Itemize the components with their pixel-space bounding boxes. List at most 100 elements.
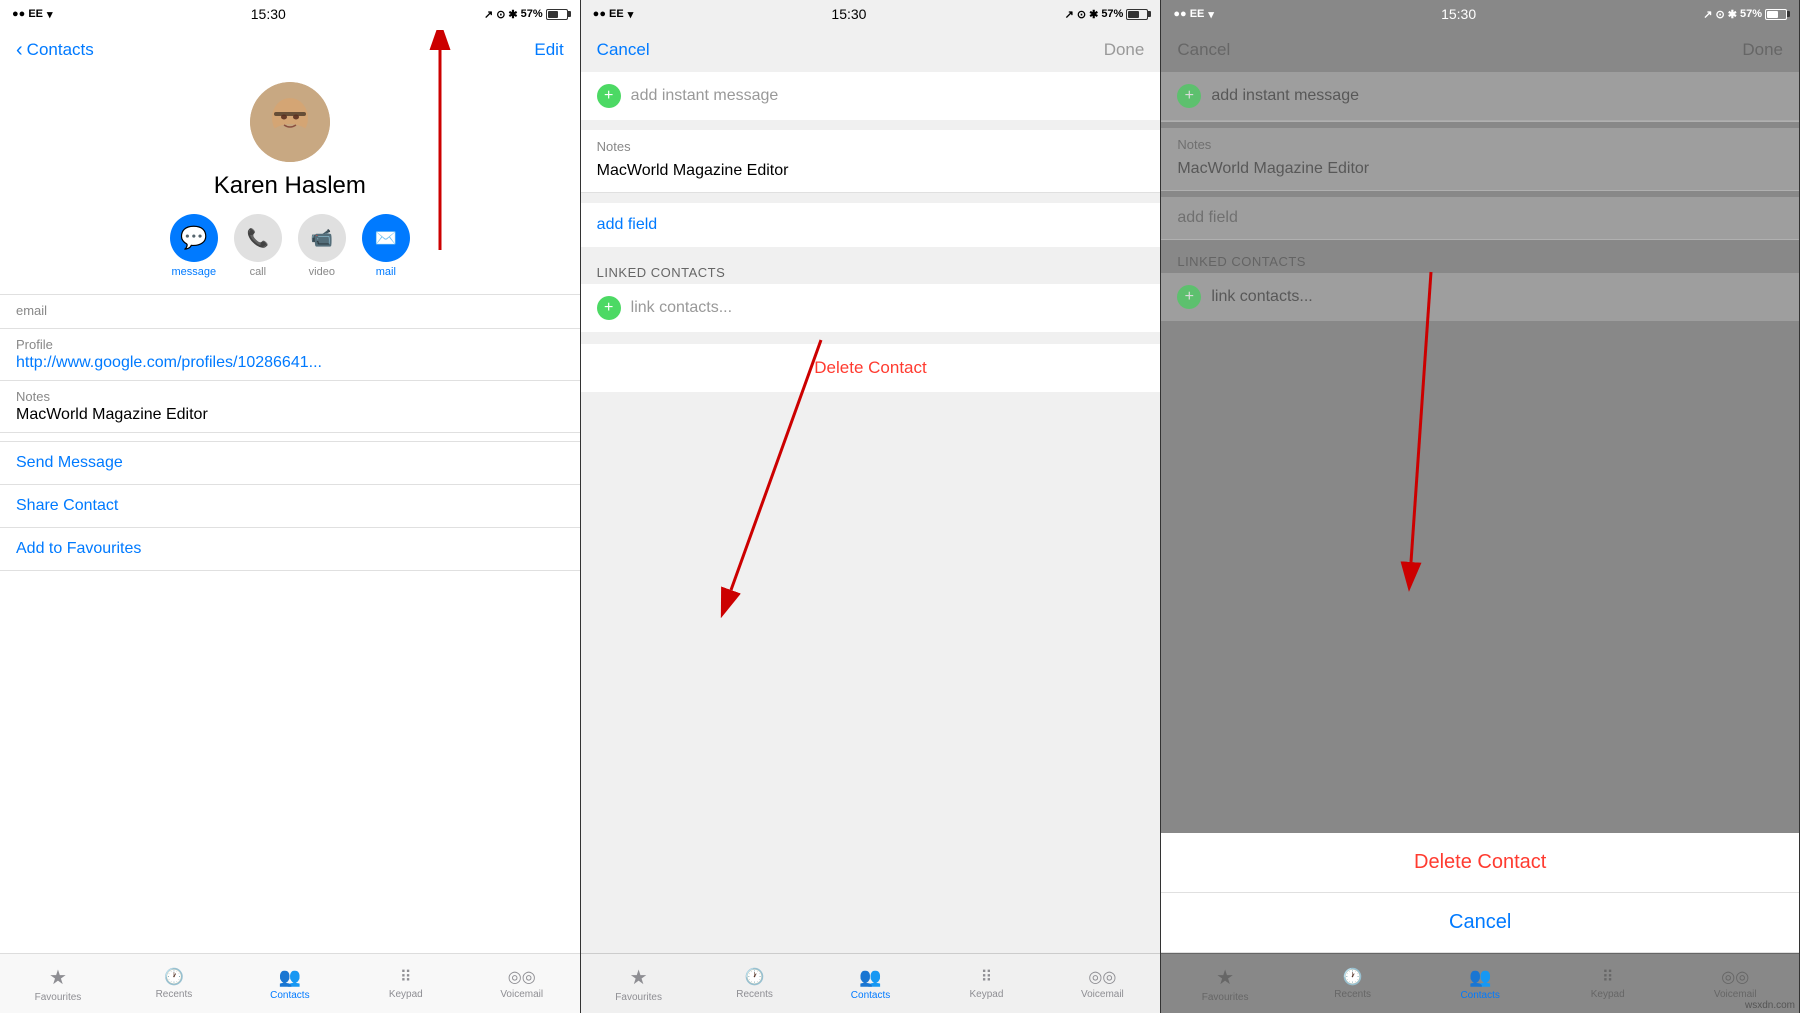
contact-name: Karen Haslem [214,172,366,200]
contacts-icon-3: 👥 [1469,967,1491,988]
tab-voicemail-1[interactable]: ◎◎ Voicemail [464,967,580,1000]
tab-contacts-2[interactable]: 👥 Contacts [813,967,929,1001]
tab-favourites-1[interactable]: ★ Favourites [0,965,116,1003]
add-field-text-3: add field [1177,209,1238,226]
notes-label-row-2: Notes [581,130,1161,158]
battery-pct-3: 57% [1740,8,1762,20]
add-field-row-2[interactable]: add field [581,203,1161,247]
notes-label: Notes [16,389,564,404]
bluetooth-icon-1: ✱ [508,8,517,21]
voicemail-icon-3: ◎◎ [1721,967,1749,987]
add-instant-msg-text-2: add instant message [631,87,779,105]
tab-favourites-3[interactable]: ★ Favourites [1161,965,1289,1003]
message-action-btn[interactable]: 💬 message [170,214,218,278]
tab-voicemail-3[interactable]: ◎◎ Voicemail [1671,967,1799,1000]
back-label-1[interactable]: Contacts [27,40,94,60]
battery-pct-1: 57% [521,8,543,20]
delete-contact-modal-btn[interactable]: Delete Contact [1161,833,1799,893]
share-contact-row[interactable]: Share Contact [0,485,580,528]
add-instant-msg-row-2[interactable]: + add instant message [581,72,1161,120]
nav-bar-1: ‹ Contacts Edit [0,28,580,72]
email-label: email [16,303,564,318]
notes-section-3: Notes MacWorld Magazine Editor [1161,128,1799,191]
link-contacts-row-2[interactable]: + link contacts... [581,284,1161,332]
tab-contacts-1[interactable]: 👥 Contacts [232,967,348,1001]
recents-icon-3: 🕐 [1343,967,1363,987]
nav-bar-3: Cancel Done [1161,28,1799,72]
contacts-icon-1: 👥 [279,967,301,988]
contacts-icon-2: 👥 [859,967,881,988]
voicemail-icon-2: ◎◎ [1088,967,1116,987]
tab-favourites-label-1: Favourites [35,992,82,1003]
avatar-image [250,82,330,162]
video-label: video [309,266,335,278]
cancel-button-2[interactable]: Cancel [597,40,650,60]
tab-recents-label-1: Recents [156,989,193,1000]
battery-pct-2: 57% [1101,8,1123,20]
cancel-button-3[interactable]: Cancel [1177,40,1230,60]
delete-modal: Delete Contact Cancel [1161,833,1799,953]
profile-link[interactable]: http://www.google.com/profiles/10286641.… [16,354,564,372]
edit-button-1[interactable]: Edit [534,40,563,60]
add-favourites-link[interactable]: Add to Favourites [16,540,141,557]
location-icon-1: ↗ [484,8,493,21]
status-bar-2: ●● EE ▾ 15:30 ↗ ⊙ ✱ 57% [581,0,1161,28]
cancel-modal-btn[interactable]: Cancel [1161,893,1799,953]
keypad-icon-1: ⠿ [400,967,412,987]
gap2-2 [581,195,1161,203]
gap3-2 [581,249,1161,257]
tab-favourites-2[interactable]: ★ Favourites [581,965,697,1003]
add-icon-2: + [597,84,621,108]
status-right-1: ↗ ⊙ ✱ 57% [484,8,568,21]
status-left-2: ●● EE ▾ [593,8,634,21]
tab-recents-label-2: Recents [736,989,773,1000]
favourites-icon-3: ★ [1216,965,1234,990]
send-message-row[interactable]: Send Message [0,442,580,485]
notes-label-row-3: Notes [1161,128,1799,156]
done-button-2[interactable]: Done [1104,40,1145,60]
add-instant-msg-text-3: add instant message [1211,87,1359,105]
tab-recents-3[interactable]: 🕐 Recents [1289,967,1417,1000]
tab-recents-1[interactable]: 🕐 Recents [116,967,232,1000]
clock-icon-1: ⊙ [496,8,505,21]
done-button-3[interactable]: Done [1742,40,1783,60]
notes-value-row-2: MacWorld Magazine Editor [581,158,1161,193]
gap5-2 [581,392,1161,400]
add-field-link-2[interactable]: add field [597,216,658,234]
back-button-1[interactable]: ‹ Contacts [16,39,94,62]
tab-keypad-label-1: Keypad [389,989,423,1000]
tab-keypad-2[interactable]: ⠿ Keypad [928,967,1044,1000]
tab-bar-3: ★ Favourites 🕐 Recents 👥 Contacts ⠿ Keyp… [1161,953,1799,1013]
gap1-2 [581,122,1161,130]
tab-contacts-3[interactable]: 👥 Contacts [1416,967,1544,1001]
time-2: 15:30 [831,6,866,22]
profile-label: Profile [16,337,564,352]
clock-icon-2: ⊙ [1077,8,1086,21]
message-label: message [172,266,217,278]
profile-section: Profile http://www.google.com/profiles/1… [0,329,580,381]
add-instant-msg-row-3: + add instant message [1161,72,1799,121]
add-favourites-row[interactable]: Add to Favourites [0,528,580,571]
carrier-3: ●● EE [1173,8,1204,20]
instant-message-section-2: + add instant message [581,72,1161,120]
send-message-link[interactable]: Send Message [16,454,123,471]
linked-contacts-header-3: LINKED CONTACTS [1161,246,1799,273]
status-bar-3: ●● EE ▾ 15:30 ↗ ⊙ ✱ 57% [1161,0,1799,28]
location-icon-2: ↗ [1065,8,1074,21]
tab-keypad-3[interactable]: ⠿ Keypad [1544,967,1672,1000]
favourites-icon-1: ★ [49,965,67,990]
back-arrow-icon-1: ‹ [16,39,23,62]
tab-recents-2[interactable]: 🕐 Recents [697,967,813,1000]
call-action-btn[interactable]: 📞 call [234,214,282,278]
delete-contact-btn-2[interactable]: Delete Contact [581,344,1161,392]
favourites-icon-2: ★ [630,965,648,990]
notes-section: Notes MacWorld Magazine Editor [0,381,580,433]
contact-header: Karen Haslem 💬 message 📞 call 📹 video ✉️… [0,72,580,294]
instant-msg-section-3: + add instant message [1161,72,1799,122]
share-contact-link[interactable]: Share Contact [16,497,118,514]
video-action-btn[interactable]: 📹 video [298,214,346,278]
tab-voicemail-2[interactable]: ◎◎ Voicemail [1044,967,1160,1000]
tab-keypad-1[interactable]: ⠿ Keypad [348,967,464,1000]
mail-action-btn[interactable]: ✉️ mail [362,214,410,278]
tab-keypad-label-2: Keypad [969,989,1003,1000]
